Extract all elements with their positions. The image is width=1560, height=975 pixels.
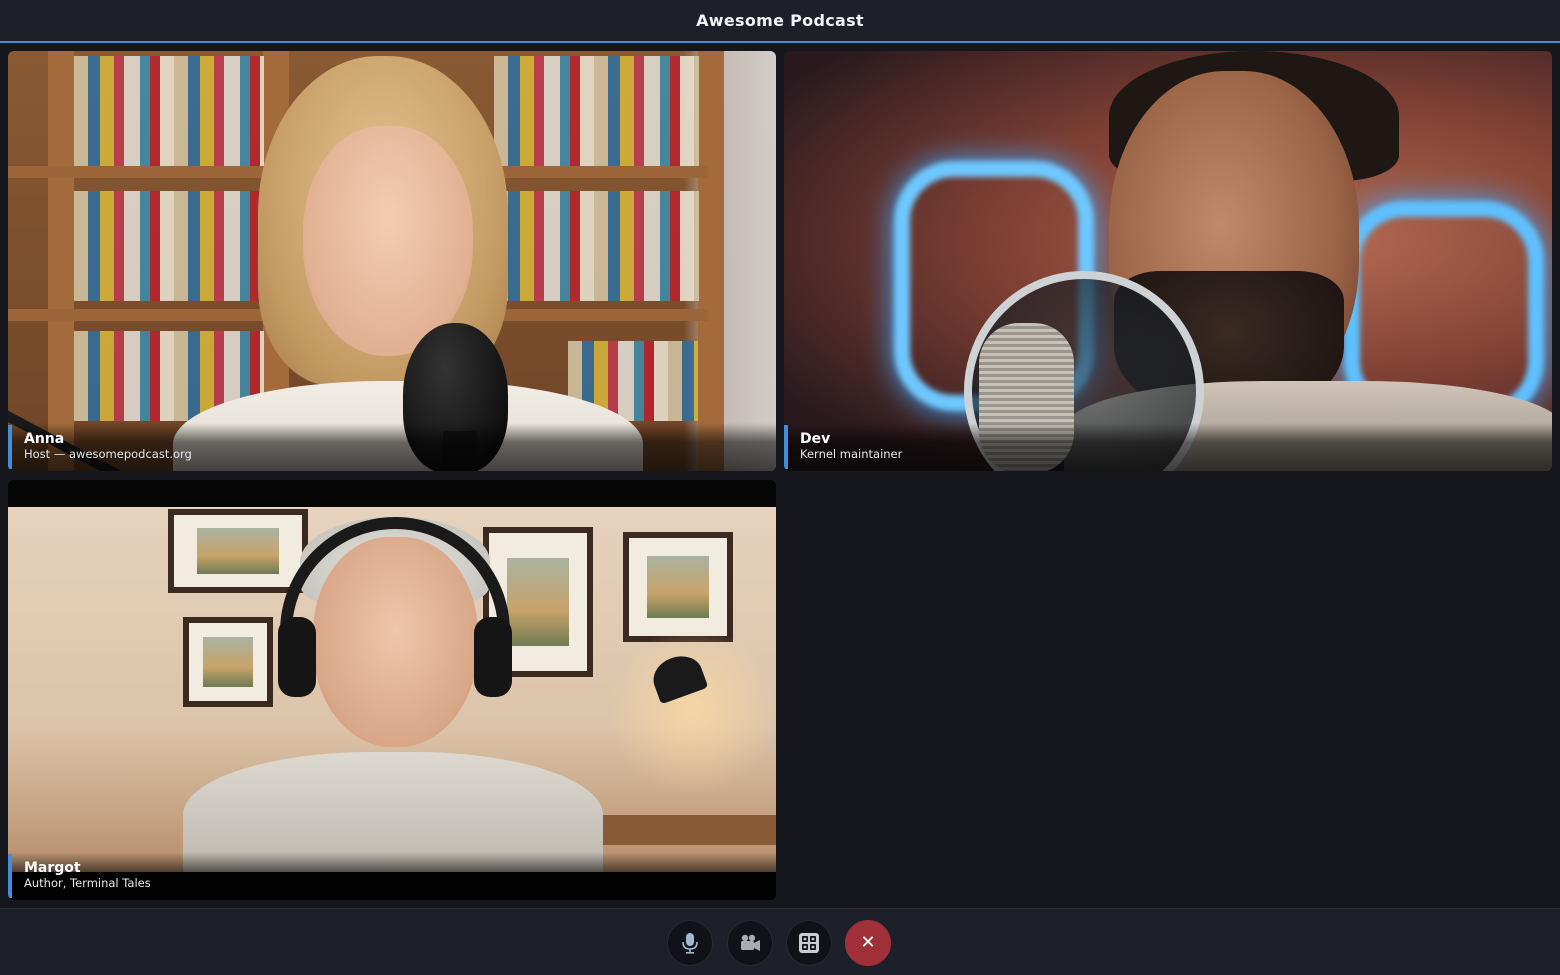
video-feed [8, 51, 776, 471]
layout-button[interactable] [786, 920, 832, 966]
microphone-button[interactable] [667, 920, 713, 966]
call-controls-bar: ✕ [0, 908, 1560, 975]
participant-label: Margot Author, Terminal Tales [8, 852, 776, 900]
participant-name: Anna [24, 431, 65, 447]
hang-up-button[interactable]: ✕ [845, 920, 891, 966]
participant-subtitle: Kernel maintainer [800, 447, 903, 461]
participant-label: Anna Host — awesomepodcast.org [8, 423, 776, 471]
app-title: Awesome Podcast [696, 11, 864, 30]
participant-subtitle: Author, Terminal Tales [24, 876, 151, 890]
video-tile-margot[interactable]: Margot Author, Terminal Tales [8, 480, 776, 900]
participant-subtitle: Host — awesomepodcast.org [24, 447, 192, 461]
top-bar: Awesome Podcast [0, 0, 1560, 43]
close-icon: ✕ [860, 932, 876, 953]
video-feed [8, 507, 776, 892]
active-speaker-indicator [784, 425, 788, 469]
video-tile-dev[interactable]: Dev Kernel maintainer [784, 51, 1552, 471]
participant-name: Margot [24, 860, 81, 876]
video-camera-icon [741, 934, 760, 951]
camera-button[interactable] [727, 920, 773, 966]
microphone-icon [682, 933, 698, 954]
layout-grid-icon [799, 933, 819, 953]
active-speaker-indicator [8, 854, 12, 898]
participant-name: Dev [800, 431, 831, 447]
video-feed [784, 51, 1552, 471]
video-tile-anna[interactable]: Anna Host — awesomepodcast.org [8, 51, 776, 471]
participant-label: Dev Kernel maintainer [784, 423, 1552, 471]
active-speaker-indicator [8, 425, 12, 469]
